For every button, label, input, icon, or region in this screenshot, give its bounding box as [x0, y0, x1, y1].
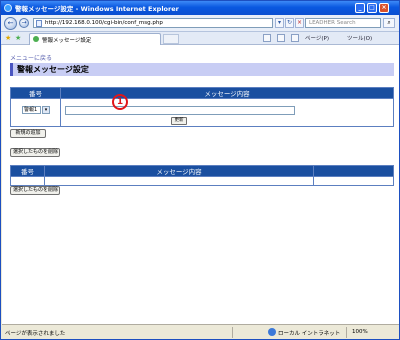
forward-button[interactable]: →	[19, 18, 29, 28]
back-to-menu-link[interactable]: メニューに戻る	[10, 53, 52, 62]
alarm-message-edit-table: 番号 メッセージ内容 警報1 ▾ 更新	[10, 87, 394, 127]
security-zone: ローカル イントラネット	[278, 331, 341, 337]
alarm-number-select[interactable]: 警報1	[22, 106, 41, 114]
list-empty-cell	[10, 176, 45, 186]
print-icon[interactable]	[291, 34, 299, 42]
message-input[interactable]	[65, 106, 295, 115]
page-content: メニューに戻る 警報メッセージ設定 番号 メッセージ内容 警報1 ▾ 更新 1 …	[2, 45, 399, 324]
refresh-icon[interactable]: ↻	[285, 18, 294, 28]
list-empty-cell	[44, 176, 314, 186]
add-new-button[interactable]: 新規の追加	[10, 129, 46, 138]
page-title: 警報メッセージ設定	[10, 63, 394, 76]
intranet-zone-icon	[268, 328, 276, 336]
add-favorite-icon[interactable]: ★	[15, 34, 21, 42]
tab-label: 警報メッセージ設定	[42, 38, 92, 44]
back-button[interactable]: ←	[4, 17, 17, 30]
address-toolbar: ← → http://192.168.0.100/cgi-bin/conf_ms…	[1, 15, 399, 32]
message-cell: 更新	[60, 98, 394, 127]
dropdown-arrow-icon[interactable]: ▾	[275, 18, 284, 28]
column-header-message: メッセージ内容	[60, 87, 394, 99]
feeds-icon[interactable]	[277, 34, 285, 42]
status-bar: ページが表示されました ローカル イントラネット 100%	[2, 324, 399, 339]
update-button[interactable]: 更新	[171, 117, 187, 125]
tab-bar: ★ ★ 警報メッセージ設定 ページ(P) ツール(O)	[1, 32, 399, 45]
search-placeholder: LEADHER Search	[309, 20, 356, 26]
chevron-down-icon[interactable]: ▾	[42, 106, 50, 114]
page-icon	[36, 20, 42, 27]
minimize-button[interactable]: _	[355, 3, 365, 13]
search-icon[interactable]: ⌕	[383, 18, 395, 28]
address-url: http://192.168.0.100/cgi-bin/conf_msg.ph…	[45, 20, 163, 26]
zoom-level[interactable]: 100%	[352, 329, 368, 335]
title-bar: 警報メッセージ設定 - Windows Internet Explorer _ …	[1, 1, 399, 15]
number-cell: 警報1 ▾	[10, 98, 61, 127]
new-tab-button[interactable]	[163, 34, 179, 44]
maximize-button[interactable]: □	[367, 3, 377, 13]
list-column-header-message: メッセージ内容	[44, 165, 314, 177]
stop-icon[interactable]: ×	[295, 18, 304, 28]
status-text: ページが表示されました	[5, 331, 66, 337]
browser-window: 警報メッセージ設定 - Windows Internet Explorer _ …	[0, 0, 400, 340]
tab-alarm-message-settings[interactable]: 警報メッセージ設定	[29, 33, 161, 45]
search-input[interactable]: LEADHER Search	[305, 18, 381, 28]
window-title: 警報メッセージ設定 - Windows Internet Explorer	[15, 5, 179, 13]
tools-menu[interactable]: ツール(O)	[347, 34, 372, 42]
list-column-header-number: 番号	[10, 165, 45, 177]
status-separator	[232, 327, 233, 338]
home-icon[interactable]	[263, 34, 271, 42]
annotation-marker: 1	[112, 94, 128, 110]
favorites-star-icon[interactable]: ★	[5, 34, 11, 42]
delete-selected-button[interactable]: 選択したものを削除	[10, 148, 60, 157]
list-empty-cell	[313, 176, 394, 186]
address-input[interactable]: http://192.168.0.100/cgi-bin/conf_msg.ph…	[33, 18, 273, 28]
status-separator	[346, 327, 347, 338]
list-column-header-extra	[313, 165, 394, 177]
page-menu[interactable]: ページ(P)	[305, 34, 329, 42]
delete-selected-button-bottom[interactable]: 選択したものを削除	[10, 186, 60, 195]
tab-page-icon	[33, 36, 39, 42]
column-header-number: 番号	[10, 87, 61, 99]
alarm-message-list-table: 番号 メッセージ内容	[10, 165, 394, 186]
close-button[interactable]: ×	[379, 3, 389, 13]
ie-logo-icon	[4, 4, 12, 12]
